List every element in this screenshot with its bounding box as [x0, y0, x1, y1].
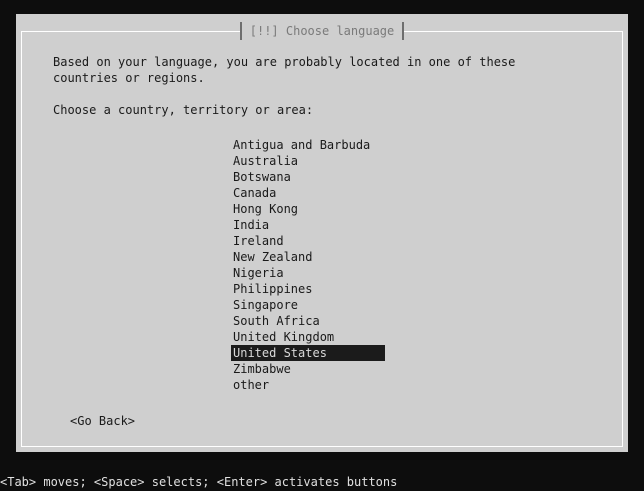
country-option[interactable]: Singapore	[231, 297, 385, 313]
country-option[interactable]: Ireland	[231, 233, 385, 249]
country-option[interactable]: United States	[231, 345, 385, 361]
go-back-button[interactable]: <Go Back>	[70, 413, 135, 429]
country-option[interactable]: Philippines	[231, 281, 385, 297]
country-option[interactable]: Hong Kong	[231, 201, 385, 217]
country-option[interactable]: other	[231, 377, 385, 393]
dialog-title-bar: [!!] Choose language	[16, 22, 628, 40]
country-option[interactable]: Nigeria	[231, 265, 385, 281]
choose-language-dialog: [!!] Choose language Based on your langu…	[16, 14, 628, 452]
country-option[interactable]: India	[231, 217, 385, 233]
country-option[interactable]: Australia	[231, 153, 385, 169]
country-option[interactable]: Zimbabwe	[231, 361, 385, 377]
installer-screen: [!!] Choose language Based on your langu…	[0, 0, 644, 491]
country-list[interactable]: Antigua and Barbuda Australia Botswana Cana…	[231, 137, 385, 393]
country-option[interactable]: Antigua and Barbuda	[231, 137, 385, 153]
country-option[interactable]: Botswana	[231, 169, 385, 185]
country-option[interactable]: Canada	[231, 185, 385, 201]
status-bar: <Tab> moves; <Space> selects; <Enter> ac…	[0, 474, 644, 491]
dialog-title: [!!] Choose language	[239, 22, 405, 40]
country-option[interactable]: New Zealand	[231, 249, 385, 265]
country-option[interactable]: United Kingdom	[231, 329, 385, 345]
description-line-2: countries or regions.	[53, 71, 205, 85]
description-line-1: Based on your language, you are probably…	[53, 55, 516, 69]
country-prompt: Choose a country, territory or area:	[53, 103, 314, 117]
country-option[interactable]: South Africa	[231, 313, 385, 329]
